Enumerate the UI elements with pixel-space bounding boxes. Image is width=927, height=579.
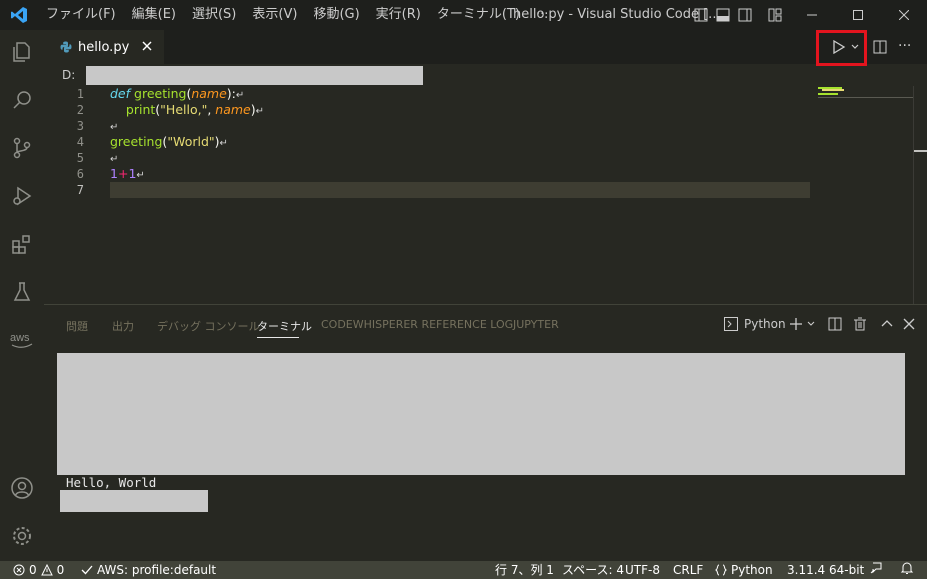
maximize-panel-icon[interactable] [880,317,894,335]
line-number: 2 [76,103,84,117]
tab-codewhisperer-log[interactable]: CODEWHISPERER REFERENCE LOG [321,318,513,331]
line-ending[interactable]: CRLF [673,561,703,579]
line-number: 4 [76,135,84,149]
split-editor-icon[interactable] [873,40,887,58]
window-title: hello.py - Visual Studio Code [... [513,7,721,22]
code-editor[interactable]: 1 def greeting(name):↵ 2 print("Hello,",… [44,86,914,304]
aws-icon[interactable]: aws [0,318,44,362]
python-file-icon [60,41,72,53]
window-controls [789,0,927,30]
split-terminal-icon[interactable] [828,317,842,335]
testing-icon[interactable] [0,270,44,314]
tab-debug-console[interactable]: デバッグ コンソール [157,318,260,334]
tab-label: hello.py [78,39,130,55]
redacted-path [86,66,423,85]
line-number: 7 [76,183,84,197]
terminal-output-line: Hello, World [66,475,157,490]
source-control-icon[interactable] [0,126,44,170]
tab-terminal[interactable]: ターミナル [257,318,312,334]
scrollbar-cursor-marker [914,150,927,152]
editor-scrollbar[interactable] [913,86,914,304]
run-debug-icon[interactable] [0,174,44,218]
language-mode[interactable]: Python [715,561,773,579]
menu-go[interactable]: 移動(G) [305,0,367,30]
breadcrumb[interactable]: D: [62,68,75,82]
minimize-icon[interactable] [789,0,835,30]
activity-bar: aws [0,30,44,561]
tab-output[interactable]: 出力 [112,318,134,334]
warning-icon [40,564,53,576]
tab-problems[interactable]: 問題 [66,318,88,334]
toggle-primary-sidebar-icon[interactable] [692,6,710,24]
tab-hello-py[interactable]: hello.py [44,30,164,64]
maximize-icon[interactable] [835,0,881,30]
terminal-name: Python [744,317,786,331]
braces-icon [715,564,727,576]
layout-controls [692,0,784,30]
redacted-terminal-output [57,353,905,475]
tab-close-icon[interactable] [140,39,154,53]
menu-view[interactable]: 表示(V) [244,0,305,30]
vscode-logo-icon [0,0,38,30]
warning-count: 0 [56,563,65,577]
more-actions-icon[interactable]: ··· [898,38,911,54]
extensions-icon[interactable] [0,222,44,266]
encoding[interactable]: UTF-8 [625,561,660,579]
menu-bar: ファイル(F) 編集(E) 選択(S) 表示(V) 移動(G) 実行(R) ター… [38,0,556,30]
manage-gear-icon[interactable] [0,514,44,558]
close-panel-icon[interactable] [902,317,916,335]
terminal-icon [724,317,738,331]
redacted-terminal-prompt [60,490,208,512]
search-icon[interactable] [0,78,44,122]
error-icon [13,564,25,576]
chevron-down-icon [851,44,859,49]
accounts-icon[interactable] [0,466,44,510]
menu-selection[interactable]: 選択(S) [184,0,244,30]
toggle-panel-icon[interactable] [714,6,732,24]
python-interpreter[interactable]: 3.11.4 64-bit [787,561,864,579]
active-tab-indicator [257,337,299,338]
run-python-file-button[interactable] [833,39,861,58]
menu-edit[interactable]: 編集(E) [124,0,184,30]
feedback-icon[interactable] [869,561,883,575]
customize-layout-icon[interactable] [766,6,784,24]
problems-status[interactable]: 0 0 [13,561,64,579]
check-icon [81,565,93,575]
status-bar: 0 0 AWS: profile:default 行 7、列 1 スペース: 4… [0,561,927,579]
breadcrumb-drive[interactable]: D: [62,68,75,82]
error-count: 0 [29,563,37,577]
new-terminal-icon[interactable] [789,317,819,335]
toggle-secondary-sidebar-icon[interactable] [736,6,754,24]
trash-icon[interactable] [853,317,867,335]
title-bar: ファイル(F) 編集(E) 選択(S) 表示(V) 移動(G) 実行(R) ター… [0,0,927,30]
close-icon[interactable] [881,0,927,30]
explorer-icon[interactable] [0,30,44,74]
editor-tab-bar: hello.py [44,30,927,64]
svg-text:aws: aws [10,332,30,344]
line-number: 1 [76,87,84,101]
menu-run[interactable]: 実行(R) [368,0,429,30]
tab-jupyter[interactable]: JUPYTER [513,318,559,331]
aws-profile-status[interactable]: AWS: profile:default [81,561,216,579]
menu-file[interactable]: ファイル(F) [38,0,124,30]
terminal-selector[interactable]: Python [724,317,786,331]
line-number: 5 [76,151,84,165]
line-number: 6 [76,167,84,181]
notifications-bell-icon[interactable] [900,561,914,575]
indentation[interactable]: スペース: 4 [562,561,624,579]
cursor-position[interactable]: 行 7、列 1 [495,561,554,579]
line-number: 3 [76,119,84,133]
